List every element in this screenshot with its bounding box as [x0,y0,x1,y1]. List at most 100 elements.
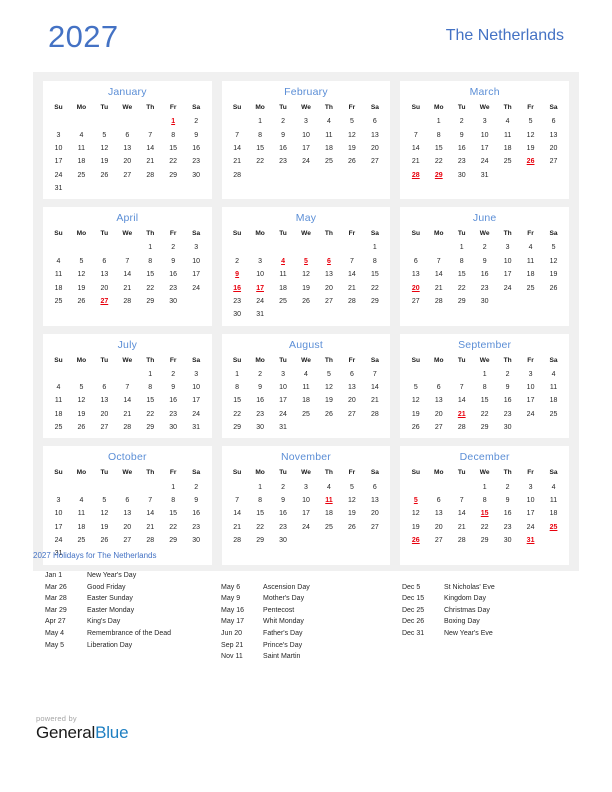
day-cell: 8 [148,257,153,265]
day-cell: 9 [171,257,176,265]
day-cell-empty [272,308,295,321]
day-cell: 2 [171,244,176,252]
day-cell: 12 [411,510,420,518]
day-cell: 4 [551,483,556,491]
day-cell-empty [70,368,93,381]
day-cell: 19 [348,510,356,518]
weekday-header: We [479,230,490,238]
day-cell: 27 [370,523,379,531]
weekday-header: Sa [549,469,558,477]
day-cell: 6 [125,496,130,504]
weekday-header: Su [411,469,421,477]
month-day-grid: Su Mo Tu We Th Fr Sa 1 2 3 4 5 6 7 8 9 10 11 12 13 14 15 16 17 1… [404,354,565,435]
week-row: 12 13 14 15 16 17 18 [404,394,565,407]
week-row: 10 11 12 13 14 15 16 [47,507,208,520]
day-cell: 18 [77,158,86,166]
day-cell: 14 [123,397,132,405]
page-title-country: The Netherlands [445,27,564,44]
day-cell: 19 [411,410,420,418]
day-cell: 7 [148,496,153,504]
weekday-header-row: Su Mo Tu We Th Fr Sa [226,227,387,241]
weekday-header: Th [146,230,155,238]
weekday-header: Fr [527,356,534,364]
weekday-header: Mo [76,230,87,238]
day-cell-empty [295,421,318,434]
weekday-header: Tu [457,230,466,238]
day-cell: 22 [480,410,489,418]
week-row: 24 25 26 27 28 29 30 [47,534,208,547]
week-row: 1 2 3 [47,368,208,381]
day-cell: 19 [77,284,86,292]
holiday-list-item: May 6 Ascension Day [221,582,402,594]
day-cell-empty [116,241,139,254]
day-cell: 7 [459,384,464,392]
day-cell: 23 [233,297,242,305]
day-cell: 29 [233,424,242,432]
day-cell: 1 [171,483,176,491]
day-cell: 13 [434,510,443,518]
day-cell-holiday: 6 [326,257,331,265]
day-cell: 10 [503,257,512,265]
month-card: July Su Mo Tu We Th Fr Sa 1 2 3 4 5 6 7 8 9 10 11 12 13 14 15 1… [43,333,212,439]
day-cell-empty [93,241,116,254]
day-cell: 26 [302,297,310,305]
month-title: March [469,86,500,98]
day-cell-empty [249,169,272,182]
day-cell-empty [116,182,139,195]
day-cell: 25 [526,284,535,292]
week-row: 15 16 17 18 19 20 21 [226,394,387,407]
day-cell-empty [450,368,473,381]
holiday-name: Ascension Day [263,583,310,591]
holiday-date: Mar 28 [45,595,67,603]
day-cell: 3 [528,483,533,491]
month-card: October Su Mo Tu We Th Fr Sa 1 2 3 4 5 6 7 8 9 10 11 12 13 14… [43,446,212,565]
day-cell: 18 [54,284,63,292]
day-cell-holiday: 11 [325,496,333,504]
weekday-header: Su [411,356,421,364]
month-card: December Su Mo Tu We Th Fr Sa 1 2 3 4 5 6 7 8 9 10 11 12 13 1… [400,446,569,565]
day-cell: 7 [148,131,153,139]
day-cell-empty [496,295,519,308]
day-cell: 29 [480,537,489,545]
day-cell: 4 [56,384,61,392]
day-cell: 22 [256,523,264,531]
page-title-year: 2027 [48,18,119,54]
week-row: 1 2 3 [47,241,208,254]
weekday-header: Fr [348,230,356,238]
weekday-header: Th [503,356,512,364]
day-cell: 24 [192,410,201,418]
week-row: 4 5 6 7 8 9 10 [47,381,208,394]
day-cell: 13 [100,271,109,279]
week-row: 1 [226,241,387,254]
day-cell: 18 [549,510,558,518]
day-cell: 13 [348,384,356,392]
week-row: 1 2 3 4 5 6 [226,115,387,128]
holiday-list-item: May 17 Whit Monday [221,616,402,628]
day-cell: 20 [123,158,132,166]
day-cell-empty [340,169,363,182]
weekday-header: We [479,469,490,477]
weekday-header: Mo [433,230,444,238]
weekday-header: Th [324,469,333,477]
week-row: 16 17 18 19 20 21 22 [226,281,387,294]
day-cell: 13 [123,144,132,152]
holiday-name: Easter Sunday [87,595,133,603]
day-cell: 24 [480,158,489,166]
month-title: February [284,86,328,98]
day-cell: 21 [370,397,379,405]
week-row: 7 8 9 10 11 12 13 [226,128,387,141]
month-title: January [107,86,147,98]
weekday-header: We [122,356,133,364]
holiday-list-item: Dec 15 Kingdom Day [402,593,579,605]
weekday-header: Fr [169,469,177,477]
day-cell: 30 [503,424,512,432]
day-cell-empty [317,169,340,182]
day-cell: 9 [258,384,263,392]
day-cell: 16 [192,144,201,152]
weekday-header: Tu [279,469,287,477]
day-cell: 19 [100,158,109,166]
week-row: 21 22 23 24 25 26 27 [226,521,387,534]
month-day-grid: Su Mo Tu We Th Fr Sa 1 2 3 4 5 6 7 8 9 10 11 12 13 14 15 16 17 1… [47,354,208,435]
weekday-header: Th [503,230,512,238]
week-row: 20 21 22 23 24 25 26 [404,281,565,294]
